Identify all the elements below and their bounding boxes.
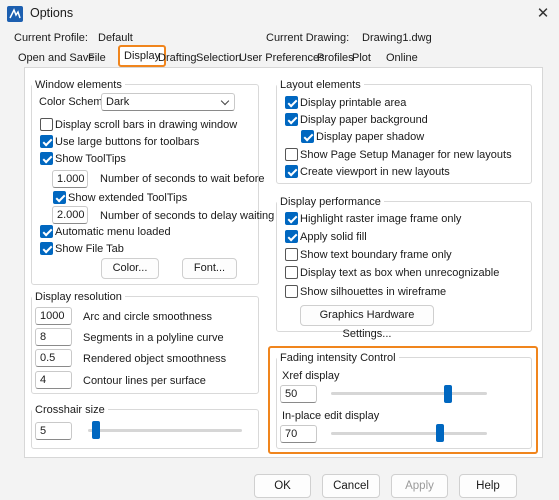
checkbox-printable-area[interactable] [285,96,298,109]
checkbox-scroll-bars[interactable] [40,118,53,131]
checkbox-apply-solid-fill[interactable] [285,230,298,243]
checkbox-text-as-box[interactable] [285,266,298,279]
crosshair-slider-track[interactable] [88,429,242,432]
graphics-hardware-settings-button[interactable]: Graphics Hardware Settings... [300,305,434,340]
close-icon[interactable]: ✕ [532,3,554,25]
tooltip-delay-input[interactable]: 2.000 [52,206,88,224]
paper-background-label: Display paper background [300,114,428,126]
apply-solid-fill-label: Apply solid fill [300,231,367,243]
contour-lines-input[interactable]: 4 [35,371,72,389]
current-profile-label: Current Profile: [14,32,88,44]
tab-profiles[interactable]: Profiles [317,50,354,66]
scroll-bars-label: Display scroll bars in drawing window [55,119,238,131]
paper-shadow-label: Display paper shadow [316,131,425,143]
ok-button[interactable]: OK [254,474,311,498]
xref-display-label: Xref display [282,370,340,382]
create-viewport-label: Create viewport in new layouts [300,166,450,178]
xref-display-input[interactable]: 50 [280,385,317,403]
inplace-edit-label: In-place edit display [282,410,380,422]
automatic-menu-label: Automatic menu loaded [55,226,171,238]
help-button[interactable]: Help [459,474,517,498]
text-as-box-label: Display text as box when unrecognizable [300,267,500,279]
show-file-tab-label: Show File Tab [55,243,124,255]
checkbox-automatic-menu[interactable] [40,225,53,238]
tab-open-and-save[interactable]: Open and Save [18,50,94,66]
current-drawing-label: Current Drawing: [266,32,350,44]
tab-file[interactable]: File [88,50,106,66]
large-buttons-label: Use large buttons for toolbars [55,136,200,148]
checkbox-show-file-tab[interactable] [40,242,53,255]
tooltip-wait-input[interactable]: 1.000 [52,170,88,188]
crosshair-slider-thumb[interactable] [91,421,100,439]
checkbox-paper-shadow[interactable] [301,130,314,143]
inplace-slider-thumb[interactable] [436,424,445,442]
app-icon [7,6,23,22]
highlight-raster-label: Highlight raster image frame only [300,213,462,225]
tab-selection[interactable]: Selection [196,50,241,66]
text-boundary-label: Show text boundary frame only [300,249,452,261]
cancel-button[interactable]: Cancel [322,474,380,498]
layout-elements-title: Layout elements [277,79,364,91]
current-drawing-value: Drawing1.dwg [362,32,432,44]
crosshair-size-title: Crosshair size [32,404,108,416]
font-button[interactable]: Font... [182,258,237,279]
color-scheme-value: Dark [106,96,130,108]
xref-slider-track[interactable] [331,392,487,395]
checkbox-text-boundary[interactable] [285,248,298,261]
polyline-segments-input[interactable]: 8 [35,328,72,346]
display-resolution-title: Display resolution [32,291,125,303]
page-setup-manager-label: Show Page Setup Manager for new layouts [300,149,512,161]
checkbox-create-viewport[interactable] [285,165,298,178]
inplace-slider-track[interactable] [331,432,487,435]
tab-drafting[interactable]: Drafting [158,50,197,66]
current-profile-value: Default [98,32,133,44]
apply-button[interactable]: Apply [391,474,448,498]
checkbox-paper-background[interactable] [285,113,298,126]
chevron-down-icon [220,96,230,106]
fading-intensity-title: Fading intensity Control [277,352,399,364]
checkbox-page-setup-manager[interactable] [285,148,298,161]
printable-area-label: Display printable area [300,97,407,109]
title-bar [0,0,559,28]
tab-online[interactable]: Online [386,50,418,66]
show-tooltips-label: Show ToolTips [55,153,126,165]
window-title: Options [30,6,74,20]
tooltip-wait-label: Number of seconds to wait before [100,173,265,185]
color-button[interactable]: Color... [101,258,159,279]
display-performance-title: Display performance [277,196,384,208]
arc-smoothness-input[interactable]: 1000 [35,307,72,325]
checkbox-highlight-raster[interactable] [285,212,298,225]
tooltip-delay-label: Number of seconds to delay waiting [100,210,275,222]
checkbox-large-buttons[interactable] [40,135,53,148]
crosshair-size-input[interactable]: 5 [35,422,72,440]
window-elements-title: Window elements [32,79,125,91]
checkbox-show-tooltips[interactable] [40,152,53,165]
polyline-segments-label: Segments in a polyline curve [83,332,224,344]
rendered-smoothness-label: Rendered object smoothness [83,353,227,365]
rendered-smoothness-input[interactable]: 0.5 [35,349,72,367]
arc-smoothness-label: Arc and circle smoothness [83,311,212,323]
silhouettes-label: Show silhouettes in wireframe [300,286,447,298]
checkbox-silhouettes[interactable] [285,285,298,298]
tab-user-preferences[interactable]: User Preferences [239,50,325,66]
checkbox-extended-tooltips[interactable] [53,191,66,204]
inplace-edit-input[interactable]: 70 [280,425,317,443]
color-scheme-dropdown[interactable]: Dark [101,93,235,111]
xref-slider-thumb[interactable] [444,385,452,403]
color-scheme-label: Color Scheme [39,96,109,108]
tab-plot[interactable]: Plot [352,50,371,66]
extended-tooltips-label: Show extended ToolTips [68,192,188,204]
contour-lines-label: Contour lines per surface [83,375,206,387]
